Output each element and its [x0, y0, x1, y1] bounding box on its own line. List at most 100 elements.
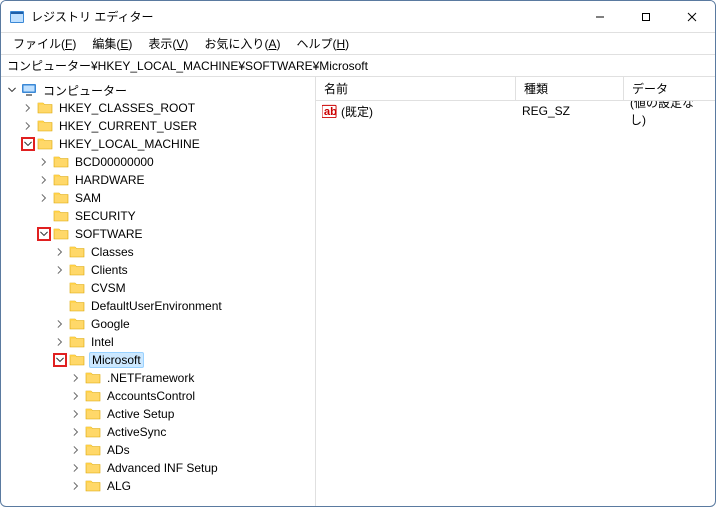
menu-help[interactable]: ヘルプ(H)	[288, 33, 357, 54]
tree-item[interactable]: SAM	[5, 189, 315, 207]
tree-item[interactable]: AccountsControl	[5, 387, 315, 405]
close-icon	[687, 12, 697, 22]
cell-type: REG_SZ	[516, 102, 624, 120]
tree-item[interactable]: Advanced INF Setup	[5, 459, 315, 477]
tree-item-label: SECURITY	[73, 209, 138, 223]
menu-file[interactable]: ファイル(F)	[5, 33, 84, 54]
tree-item[interactable]: ALG	[5, 477, 315, 495]
minimize-button[interactable]	[577, 1, 623, 32]
expander-closed-icon[interactable]	[69, 461, 83, 475]
tree-item[interactable]: DefaultUserEnvironment	[5, 297, 315, 315]
expander-closed-icon[interactable]	[21, 119, 35, 133]
tree-item-label: .NETFramework	[105, 371, 196, 385]
expander-closed-icon[interactable]	[37, 173, 51, 187]
tree-item[interactable]: Clients	[5, 261, 315, 279]
folder-icon	[85, 460, 105, 477]
list-pane[interactable]: 名前 種類 データ (既定)REG_SZ(値の設定なし)	[316, 77, 715, 506]
tree-item[interactable]: Classes	[5, 243, 315, 261]
menu-edit[interactable]: 編集(E)	[84, 33, 140, 54]
tree-item[interactable]: コンピューター	[5, 81, 315, 99]
menu-favorites[interactable]: お気に入り(A)	[196, 33, 288, 54]
tree-item[interactable]: HARDWARE	[5, 171, 315, 189]
list-body: (既定)REG_SZ(値の設定なし)	[316, 101, 715, 121]
expander-closed-icon[interactable]	[53, 245, 67, 259]
tree-item-label: CVSM	[89, 281, 128, 295]
expander-closed-icon[interactable]	[69, 479, 83, 493]
expander-closed-icon[interactable]	[53, 263, 67, 277]
col-name[interactable]: 名前	[316, 77, 516, 101]
menu-view[interactable]: 表示(V)	[140, 33, 196, 54]
col-data[interactable]: データ	[624, 77, 715, 101]
tree-item[interactable]: ADs	[5, 441, 315, 459]
folder-icon	[53, 190, 73, 207]
tree-item[interactable]: ActiveSync	[5, 423, 315, 441]
expander-closed-icon[interactable]	[69, 425, 83, 439]
expander-open-icon[interactable]	[5, 83, 19, 97]
string-value-icon	[322, 104, 337, 118]
tree-item[interactable]: HKEY_CLASSES_ROOT	[5, 99, 315, 117]
address-input[interactable]	[7, 59, 709, 73]
expander-closed-icon[interactable]	[53, 335, 67, 349]
folder-icon	[53, 226, 73, 243]
window-buttons	[577, 1, 715, 32]
expander-closed-icon[interactable]	[69, 389, 83, 403]
tree-item-label: SAM	[73, 191, 103, 205]
computer-icon	[21, 82, 41, 99]
folder-icon	[69, 298, 89, 315]
tree-item[interactable]: Intel	[5, 333, 315, 351]
addressbar	[1, 55, 715, 77]
tree-item[interactable]: Microsoft	[5, 351, 315, 369]
folder-icon	[53, 154, 73, 171]
folder-icon	[85, 388, 105, 405]
expander-closed-icon[interactable]	[53, 317, 67, 331]
tree-item-label: Classes	[89, 245, 136, 259]
expander-open-icon[interactable]	[53, 353, 67, 367]
maximize-icon	[641, 12, 651, 22]
folder-icon	[85, 424, 105, 441]
cell-name: (既定)	[316, 101, 516, 122]
folder-icon	[37, 100, 57, 117]
list-row[interactable]: (既定)REG_SZ(値の設定なし)	[316, 101, 715, 121]
expander-open-icon[interactable]	[37, 227, 51, 241]
expander-none	[53, 299, 67, 313]
expander-open-icon[interactable]	[21, 137, 35, 151]
tree-item[interactable]: Active Setup	[5, 405, 315, 423]
col-type[interactable]: 種類	[516, 77, 624, 101]
tree-item-label: HKEY_CLASSES_ROOT	[57, 101, 197, 115]
tree-item[interactable]: CVSM	[5, 279, 315, 297]
folder-icon	[69, 262, 89, 279]
expander-closed-icon[interactable]	[69, 407, 83, 421]
folder-icon	[53, 172, 73, 189]
tree-item[interactable]: SECURITY	[5, 207, 315, 225]
tree-item-label: Active Setup	[105, 407, 176, 421]
expander-closed-icon[interactable]	[37, 155, 51, 169]
folder-icon	[69, 352, 89, 369]
tree-item-label: HKEY_LOCAL_MACHINE	[57, 137, 202, 151]
folder-icon	[37, 118, 57, 135]
maximize-button[interactable]	[623, 1, 669, 32]
expander-closed-icon[interactable]	[69, 371, 83, 385]
tree-item[interactable]: Google	[5, 315, 315, 333]
tree-item[interactable]: BCD00000000	[5, 153, 315, 171]
expander-closed-icon[interactable]	[69, 443, 83, 457]
folder-icon	[85, 478, 105, 495]
tree-item[interactable]: HKEY_LOCAL_MACHINE	[5, 135, 315, 153]
folder-icon	[85, 406, 105, 423]
tree-item-label: Microsoft	[89, 352, 144, 368]
tree-item-label: コンピューター	[41, 82, 129, 99]
tree-item-label: SOFTWARE	[73, 227, 145, 241]
expander-closed-icon[interactable]	[37, 191, 51, 205]
tree-item-label: ADs	[105, 443, 132, 457]
tree-item[interactable]: .NETFramework	[5, 369, 315, 387]
tree-item-label: AccountsControl	[105, 389, 197, 403]
app-icon	[9, 9, 25, 25]
tree-item[interactable]: SOFTWARE	[5, 225, 315, 243]
tree-pane[interactable]: コンピューター HKEY_CLASSES_ROOT HKEY_CURRENT_USE…	[1, 77, 316, 506]
folder-icon	[85, 442, 105, 459]
tree-item-label: Google	[89, 317, 132, 331]
tree-item-label: Advanced INF Setup	[105, 461, 220, 475]
expander-closed-icon[interactable]	[21, 101, 35, 115]
content-area: コンピューター HKEY_CLASSES_ROOT HKEY_CURRENT_USE…	[1, 77, 715, 506]
tree-item[interactable]: HKEY_CURRENT_USER	[5, 117, 315, 135]
close-button[interactable]	[669, 1, 715, 32]
